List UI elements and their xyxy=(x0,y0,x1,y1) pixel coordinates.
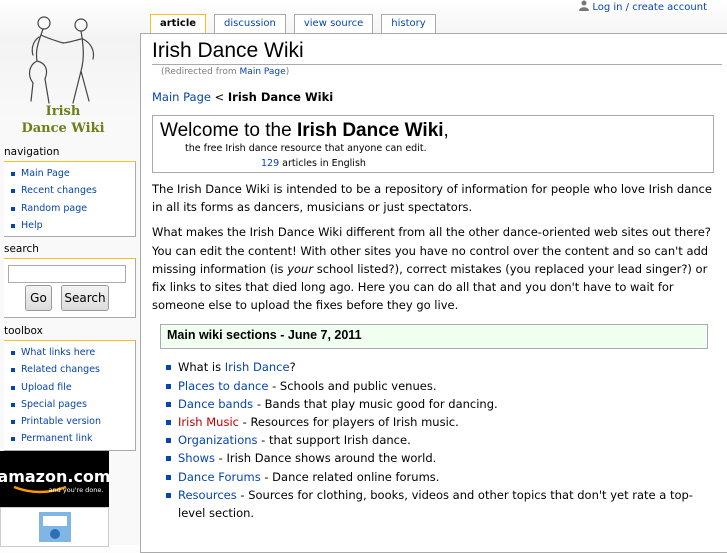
article-count-link[interactable]: 129 xyxy=(261,158,279,169)
amazon-ad[interactable]: amazon.com and you're done. xyxy=(0,451,111,507)
sidebar-item-printable-version: Printable version xyxy=(10,413,135,430)
list-item: Places to dance - Schools and public ven… xyxy=(164,377,704,395)
sections-header: Main wiki sections - June 7, 2011 xyxy=(160,324,708,350)
personal-tools: Log in / create account xyxy=(579,0,707,13)
intro-paragraph: The Irish Dance Wiki is intended to be a… xyxy=(152,182,712,215)
sidebar-item-random-page: Random page xyxy=(10,200,135,217)
sidebar-item-help: Help xyxy=(10,217,135,234)
list-item: Irish Music - Resources for players of I… xyxy=(164,413,704,431)
site-logo[interactable]: Irish Dance Wiki xyxy=(11,5,115,137)
breadcrumb-main-page[interactable]: Main Page xyxy=(152,90,211,104)
tab-discussion[interactable]: discussion xyxy=(214,14,286,33)
content-area: Irish Dance Wiki (Redirected from Main P… xyxy=(140,33,727,553)
search-title: search xyxy=(4,243,39,255)
search-input[interactable] xyxy=(8,265,126,283)
logo-line2: Dance Wiki xyxy=(21,121,104,136)
promo-banner[interactable] xyxy=(0,507,109,547)
section-link-irish-dance[interactable]: Irish Dance xyxy=(225,360,290,374)
section-link-shows[interactable]: Shows xyxy=(178,451,215,465)
sidebar-item-permanent-link: Permanent link xyxy=(10,430,135,447)
list-item: Dance Forums - Dance related online foru… xyxy=(164,468,704,486)
list-item: Shows - Irish Dance shows around the wor… xyxy=(164,449,704,467)
sidebar-item-related-changes: Related changes xyxy=(10,361,135,378)
amazon-tagline: and you're done. xyxy=(49,486,104,494)
sidebar-item-main-page: Main Page xyxy=(10,165,135,182)
page-title: Irish Dance Wiki xyxy=(152,38,722,65)
redirect-link[interactable]: Main Page xyxy=(240,67,286,77)
welcome-subtitle: the free Irish dance resource that anyon… xyxy=(185,143,427,154)
section-link-places[interactable]: Places to dance xyxy=(178,379,268,393)
list-item: Organizations - that support Irish dance… xyxy=(164,431,704,449)
breadcrumb: Main Page < Irish Dance Wiki xyxy=(152,90,334,104)
section-link-dance-bands[interactable]: Dance bands xyxy=(178,397,253,411)
user-icon xyxy=(579,0,590,11)
section-link-dance-forums[interactable]: Dance Forums xyxy=(178,470,261,484)
sidebar-item-recent-changes: Recent changes xyxy=(10,182,135,199)
list-item: Resources - Sources for clothing, books,… xyxy=(164,486,704,522)
login-link[interactable]: Log in / create account xyxy=(592,2,707,13)
navigation-portlet: Main Page Recent changes Random page Hel… xyxy=(4,161,136,237)
list-item: What is Irish Dance? xyxy=(164,358,704,376)
tab-view-source[interactable]: view source xyxy=(293,14,374,33)
toolbox-portlet: What links here Related changes Upload f… xyxy=(4,340,136,451)
welcome-box: Welcome to the Irish Dance Wiki, the fre… xyxy=(152,115,714,173)
redirect-notice: (Redirected from Main Page) xyxy=(161,67,290,77)
amazon-logo-text: amazon.com xyxy=(0,467,109,486)
breadcrumb-current: Irish Dance Wiki xyxy=(227,90,334,104)
section-list: What is Irish Dance? Places to dance - S… xyxy=(164,358,704,522)
sidebar-item-special-pages: Special pages xyxy=(10,396,135,413)
page-tabs: article discussion view source history xyxy=(150,14,444,34)
section-link-resources[interactable]: Resources xyxy=(178,488,237,502)
article-count: 129 articles in English xyxy=(261,158,366,169)
toolbox-title: toolbox xyxy=(4,325,43,337)
list-item: Dance bands - Bands that play music good… xyxy=(164,395,704,413)
section-link-organizations[interactable]: Organizations xyxy=(178,433,258,447)
section-link-irish-music[interactable]: Irish Music xyxy=(178,415,239,429)
tab-history[interactable]: history xyxy=(381,14,436,33)
intro-paragraph-2: What makes the Irish Dance Wiki differen… xyxy=(152,225,711,313)
navigation-title: navigation xyxy=(4,146,60,158)
logo-line1: Irish xyxy=(46,104,81,119)
go-button[interactable]: Go xyxy=(25,285,52,311)
tab-article[interactable]: article xyxy=(150,14,207,34)
sidebar-item-upload-file: Upload file xyxy=(10,379,135,396)
search-button[interactable]: Search xyxy=(61,285,109,311)
sidebar-item-what-links-here: What links here xyxy=(10,344,135,361)
welcome-heading: Welcome to the Irish Dance Wiki, xyxy=(160,120,449,141)
